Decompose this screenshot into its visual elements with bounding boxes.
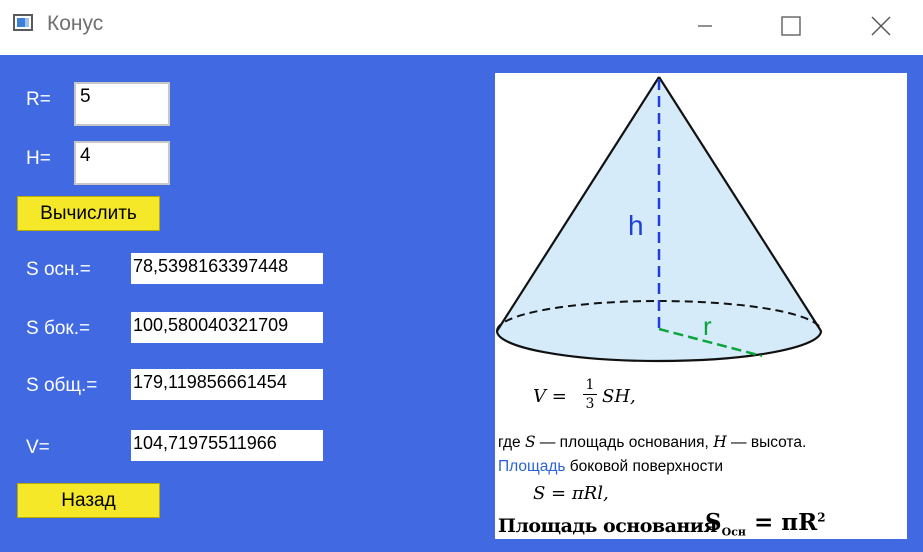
app-icon (13, 14, 33, 31)
s-total-label: S общ.= (26, 375, 98, 396)
volume-formula-lhs: V = (533, 386, 567, 407)
cone-picture: h r V = 1 3 SH, где S — площадь основани… (495, 73, 907, 539)
s-lateral-value: 100,580040321709 (131, 312, 323, 343)
h-label: H= (26, 148, 51, 169)
s-lateral-label: S бок.= (26, 318, 91, 339)
lateral-surface-link[interactable]: Площадь (498, 458, 565, 475)
back-button[interactable]: Назад (17, 483, 160, 518)
volume-fraction-den: 3 (585, 396, 595, 412)
close-button[interactable] (858, 0, 904, 52)
minimize-button[interactable] (682, 0, 728, 52)
radius-label: r (703, 311, 712, 341)
window-title: Конус (47, 12, 104, 35)
r-input[interactable]: 5 (74, 82, 170, 126)
maximize-icon (781, 16, 801, 36)
s-base-value: 78,5398163397448 (131, 253, 323, 284)
volume-label: V= (26, 437, 50, 458)
volume-formula-rhs: SH, (602, 386, 636, 407)
close-icon (871, 16, 891, 36)
title-bar: Конус (0, 0, 923, 55)
volume-value: 104,71975511966 (131, 430, 323, 461)
s-total-value: 179,119856661454 (131, 369, 323, 400)
lateral-surface-line: Площадь боковой поверхности (498, 458, 724, 475)
lateral-formula: S = πRl, (533, 483, 609, 504)
base-area-text: Площадь основания (498, 515, 717, 537)
height-label: h (628, 210, 644, 241)
base-area-formula: SОсн = πR2 (705, 509, 826, 539)
calculate-button[interactable]: Вычислить (17, 196, 160, 231)
volume-fraction: 1 3 (583, 377, 597, 412)
maximize-button[interactable] (768, 0, 814, 52)
formula-description: где S — площадь основания, H — высота. (498, 433, 807, 451)
s-base-label: S осн.= (26, 259, 91, 280)
cone-diagram: h r (495, 76, 823, 363)
minimize-icon (698, 25, 712, 27)
h-input[interactable]: 4 (74, 141, 170, 185)
volume-fraction-num: 1 (585, 377, 595, 393)
r-label: R= (26, 89, 51, 110)
